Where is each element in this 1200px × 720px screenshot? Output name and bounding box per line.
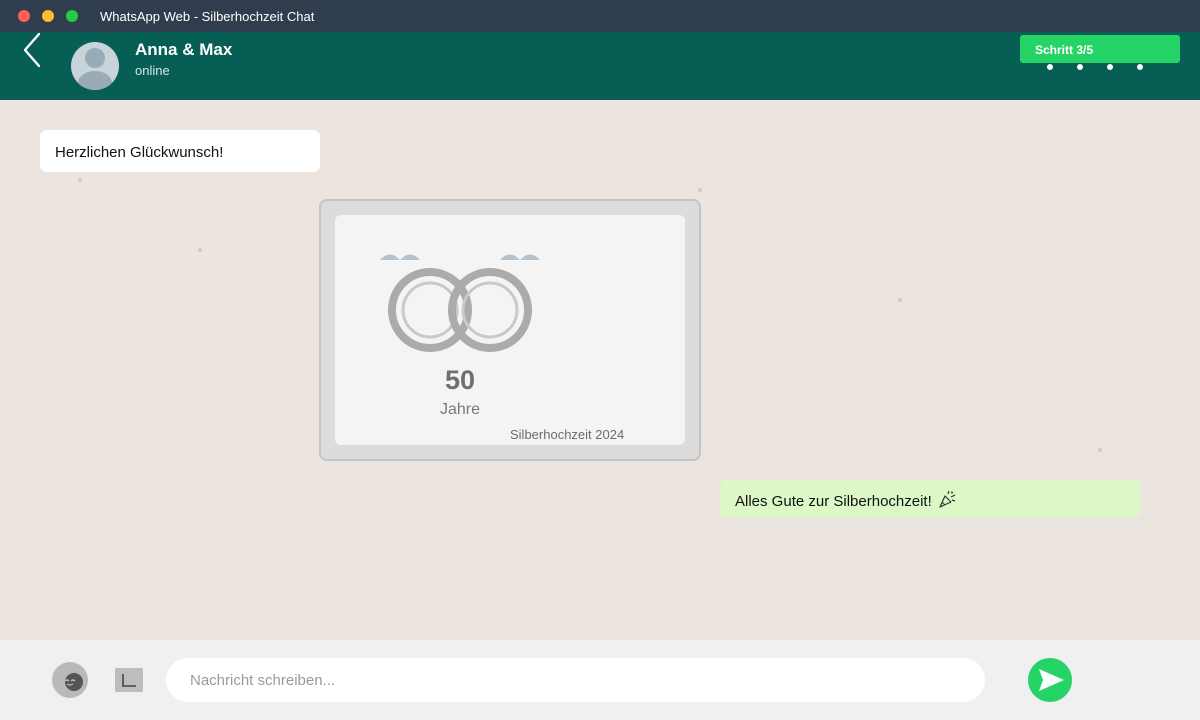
menu-dot xyxy=(1137,64,1143,70)
window-maximize-button[interactable] xyxy=(66,10,78,22)
menu-dot xyxy=(1077,64,1083,70)
window-close-button[interactable] xyxy=(18,10,30,22)
anniversary-number: 50 xyxy=(444,365,476,395)
message-composer xyxy=(0,640,1200,720)
back-button[interactable] xyxy=(20,32,46,68)
menu-dot xyxy=(1107,64,1113,70)
outgoing-message[interactable]: Alles Gute zur Silberhochzeit! xyxy=(720,480,1140,518)
contact-avatar[interactable] xyxy=(71,42,119,90)
menu-dots-icon[interactable] xyxy=(1040,60,1150,74)
image-message[interactable]: 50 Jahre Silberhochzeit 2024 xyxy=(319,199,701,461)
window-minimize-button[interactable] xyxy=(42,10,54,22)
send-icon xyxy=(1039,669,1064,691)
contact-name[interactable]: Anna & Max xyxy=(135,40,232,60)
send-button[interactable] xyxy=(1028,658,1072,702)
window-title: WhatsApp Web - Silberhochzeit Chat xyxy=(100,9,315,24)
incoming-message[interactable]: Herzlichen Glückwunsch! xyxy=(40,130,320,172)
emoji-icon xyxy=(64,673,83,691)
message-text: Alles Gute zur Silberhochzeit! xyxy=(735,493,932,510)
attach-button[interactable] xyxy=(115,668,143,692)
background-speck xyxy=(698,188,702,192)
step-badge: Schritt 3/5 xyxy=(1020,35,1180,63)
anniversary-unit: Jahre xyxy=(439,401,481,418)
contact-status: online xyxy=(135,63,170,78)
message-input[interactable] xyxy=(166,658,985,702)
attach-icon xyxy=(122,674,136,687)
background-speck xyxy=(1098,448,1102,452)
menu-dot xyxy=(1047,64,1053,70)
emoji-button[interactable] xyxy=(52,662,88,698)
background-speck xyxy=(78,178,82,182)
anniversary-image: 50 Jahre Silberhochzeit 2024 xyxy=(335,215,685,445)
image-caption: Silberhochzeit 2024 xyxy=(510,427,625,442)
background-speck xyxy=(898,298,902,302)
back-icon xyxy=(23,32,41,68)
chat-area: Herzlichen Glückwunsch! 50 Jahre Silberh… xyxy=(0,100,1200,640)
wedding-rings-icon xyxy=(380,254,540,352)
window-titlebar: WhatsApp Web - Silberhochzeit Chat xyxy=(0,0,1200,32)
avatar-placeholder-icon xyxy=(78,48,112,90)
message-text: Herzlichen Glückwunsch! xyxy=(55,144,224,161)
background-speck xyxy=(198,248,202,252)
chat-header: Anna & Max online Schritt 3/5 xyxy=(0,32,1200,100)
party-popper-icon xyxy=(939,490,956,512)
